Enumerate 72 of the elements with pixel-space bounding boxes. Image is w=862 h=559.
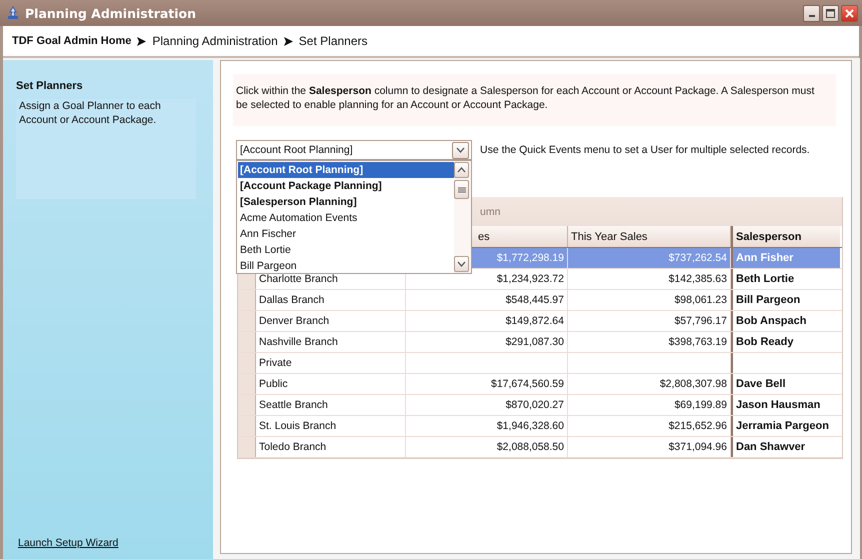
hint-text: Use the Quick Events menu to set a User for multiple selected records. (480, 144, 810, 156)
table-cell: Seattle Branch (256, 395, 406, 415)
breadcrumb-link[interactable]: TDF Goal Admin Home (12, 35, 132, 47)
breadcrumb-link[interactable]: Set Planners (298, 34, 368, 48)
app-icon (6, 6, 20, 20)
table-cell: St. Louis Branch (256, 416, 406, 436)
table-cell: $870,020.27 (406, 395, 568, 415)
row-selector[interactable] (238, 374, 256, 394)
table-cell: $548,445.97 (406, 290, 568, 310)
table-cell: $17,674,560.59 (406, 374, 568, 394)
salesperson-cell[interactable]: Jason Hausman (731, 395, 840, 415)
salesperson-cell[interactable]: Jerramia Pargeon (731, 416, 840, 436)
instructions-text: Click within the Salesperson column to designate a Salesperson for each Account or Account Package. A Salesperson must be selected to enable planning for an Account or Account Package. (233, 74, 836, 126)
salesperson-cell[interactable]: Bill Pargeon (731, 290, 840, 310)
table-cell: $142,385.63 (568, 269, 731, 289)
salesperson-cell[interactable]: Dan Shawver (731, 437, 840, 457)
salesperson-cell[interactable]: Dave Bell (731, 374, 840, 394)
row-selector[interactable] (238, 311, 256, 331)
account-dropdown[interactable]: [Account Root Planning] (236, 140, 472, 160)
table-cell: $69,199.89 (568, 395, 731, 415)
table-cell: Private (256, 353, 406, 373)
minimize-icon (808, 15, 814, 17)
table-cell: $1,234,923.72 (406, 269, 568, 289)
maximize-icon (826, 8, 835, 18)
dropdown-option[interactable]: [Account Root Planning] (238, 162, 454, 178)
sidebar-description: Assign a Goal Planner to each Account or Account Package. (16, 99, 196, 199)
column-header[interactable]: Salesperson (731, 226, 840, 247)
row-selector[interactable] (238, 416, 256, 436)
salesperson-cell[interactable]: Bob Anspach (731, 311, 840, 331)
table-cell: $371,094.96 (568, 437, 731, 457)
salesperson-cell[interactable]: Beth Lortie (731, 269, 840, 289)
chevron-up-icon (457, 167, 466, 173)
table-cell: $737,262.54 (568, 248, 731, 268)
table-cell: $291,087.30 (406, 332, 568, 352)
row-selector[interactable] (238, 353, 256, 373)
table-cell: Toledo Branch (256, 437, 406, 457)
chevron-down-icon (456, 147, 465, 153)
dropdown-option[interactable]: Acme Automation Events (238, 210, 454, 226)
row-selector[interactable] (238, 395, 256, 415)
row-selector[interactable] (238, 437, 256, 457)
table-cell: Dallas Branch (256, 290, 406, 310)
table-cell: $2,808,307.98 (568, 374, 731, 394)
window-title: Planning Administration (25, 6, 198, 20)
row-selector[interactable] (238, 332, 256, 352)
dropdown-option[interactable]: [Salesperson Planning] (238, 194, 454, 210)
table-cell: $398,763.19 (568, 332, 731, 352)
table-cell: $1,946,328.60 (406, 416, 568, 436)
scrollbar[interactable] (454, 161, 471, 273)
arrow-icon (284, 36, 293, 46)
minimize-button[interactable] (803, 4, 820, 22)
dropdown-option[interactable]: [Account Package Planning] (238, 178, 454, 194)
chevron-down-icon (457, 261, 466, 267)
column-header[interactable]: This Year Sales (568, 226, 731, 247)
sidebar-heading: Set Planners (16, 80, 84, 92)
table-cell: $57,796.17 (568, 311, 731, 331)
breadcrumb-link[interactable]: Planning Administration (152, 34, 278, 48)
table-cell: $215,652.96 (568, 416, 731, 436)
table-cell: Denver Branch (256, 311, 406, 331)
table-cell: $2,088,058.50 (406, 437, 568, 457)
table-cell: $98,061.23 (568, 290, 731, 310)
salesperson-cell[interactable]: Bob Ready (731, 332, 840, 352)
table-cell: $149,872.64 (406, 311, 568, 331)
setup-wizard-link[interactable]: Launch Setup Wizard (18, 537, 213, 549)
table-cell: Public (256, 374, 406, 394)
maximize-button[interactable] (822, 4, 839, 22)
group-panel-hint: umn (480, 206, 500, 218)
row-selector[interactable] (238, 290, 256, 310)
arrow-icon (137, 36, 146, 46)
table-cell: Nashville Branch (256, 332, 406, 352)
close-icon (845, 8, 854, 18)
grip-icon (458, 186, 466, 192)
close-button[interactable] (841, 4, 858, 22)
